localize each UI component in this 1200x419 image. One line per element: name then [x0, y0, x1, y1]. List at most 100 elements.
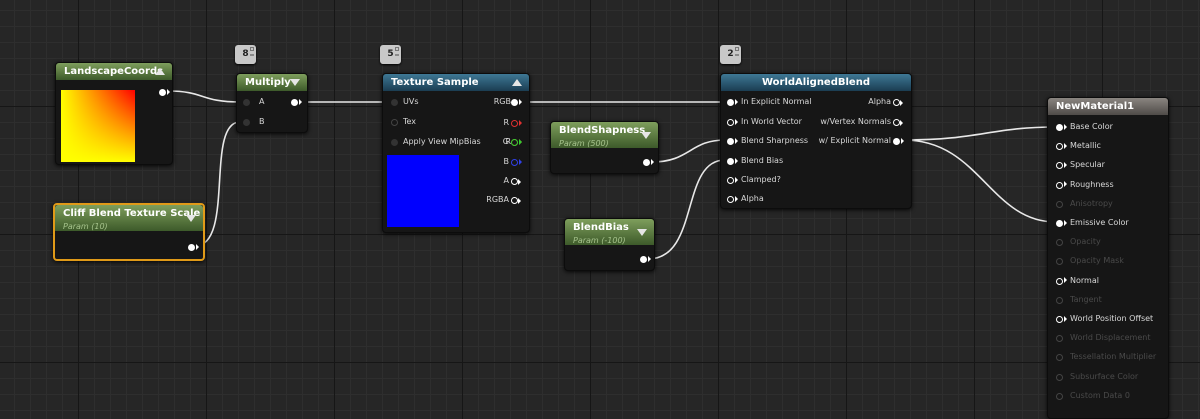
- expand-arrow-icon[interactable]: [637, 229, 647, 236]
- output-pin-b[interactable]: [511, 158, 522, 166]
- material-input-pin[interactable]: [1056, 181, 1067, 189]
- pin-label: Apply View MipBias: [403, 137, 481, 146]
- material-input-pin[interactable]: [1056, 258, 1063, 266]
- collapse-arrow-icon[interactable]: [512, 79, 522, 86]
- input-pin-world-vector[interactable]: [727, 118, 738, 126]
- pin-label: Alpha: [868, 97, 891, 106]
- output-pin[interactable]: [640, 256, 651, 263]
- material-input-label: Tangent: [1070, 294, 1102, 304]
- pin-label: In World Vector: [741, 117, 802, 126]
- collapse-arrow-icon[interactable]: [155, 68, 165, 75]
- node-title: WorldAlignedBlend: [762, 77, 870, 88]
- input-pin-blend-sharpness[interactable]: [727, 138, 738, 145]
- pin-label-b: B: [503, 157, 510, 166]
- pin-label-a: A: [503, 176, 509, 185]
- output-pin-r[interactable]: [511, 119, 522, 127]
- stat-icon: [250, 47, 254, 51]
- output-pin-g[interactable]: [511, 138, 522, 146]
- node-header[interactable]: WorldAlignedBlend: [721, 74, 911, 91]
- material-input-pin[interactable]: [1056, 373, 1063, 381]
- texture-sample-node[interactable]: Texture Sample UVs Tex Apply View MipBia…: [382, 73, 530, 233]
- material-input-label: Opacity: [1070, 237, 1101, 247]
- material-input-label: Normal: [1070, 275, 1099, 285]
- material-input-pin[interactable]: [1056, 315, 1067, 323]
- node-header[interactable]: Multiply: [237, 74, 307, 91]
- multiply-node[interactable]: Multiply A B: [236, 73, 308, 133]
- cliff-scale-node[interactable]: Cliff Blend Texture Scale Param (10): [53, 203, 205, 261]
- wire-wab-emissive: [903, 139, 1057, 223]
- expand-arrow-icon[interactable]: [186, 215, 196, 222]
- input-pin-tex[interactable]: [391, 119, 398, 126]
- output-pin-explicit-normal[interactable]: [893, 138, 904, 145]
- pin-label: UVs: [403, 97, 419, 106]
- material-input-pin[interactable]: [1056, 239, 1063, 247]
- node-header[interactable]: Texture Sample: [383, 74, 529, 91]
- material-input-label: Tessellation Multiplier: [1070, 352, 1157, 362]
- input-pin-explicit-normal[interactable]: [727, 99, 738, 106]
- node-header[interactable]: Cliff Blend Texture Scale Param (10): [55, 205, 203, 231]
- material-input-label: Roughness: [1070, 179, 1114, 189]
- output-pin-a[interactable]: [511, 178, 521, 185]
- material-input-pin[interactable]: [1056, 354, 1063, 362]
- pin-label: Tex: [403, 117, 417, 126]
- node-subtitle: Param (10): [63, 222, 108, 231]
- material-input-pin[interactable]: [1056, 296, 1063, 304]
- stat-icon: [395, 54, 399, 56]
- material-result-node[interactable]: NewMaterial1 Base Color Metallic Specular R…: [1047, 97, 1169, 419]
- input-pin-a[interactable]: [243, 99, 250, 106]
- output-pin[interactable]: [643, 159, 654, 166]
- input-pin-clamped[interactable]: [727, 176, 738, 184]
- material-input-pin[interactable]: [1056, 335, 1063, 343]
- material-input-label: Subsurface Color: [1070, 371, 1139, 381]
- wire-bias-wab: [647, 159, 726, 260]
- stat-icon: [735, 47, 739, 51]
- pin-label: Alpha: [741, 194, 764, 203]
- node-title: Multiply: [245, 77, 291, 88]
- stat-icon: [250, 54, 254, 56]
- input-pin-blend-bias[interactable]: [727, 158, 738, 165]
- material-input-label: World Displacement: [1070, 333, 1151, 343]
- stat-badge: 8: [235, 45, 256, 64]
- output-pin[interactable]: [188, 244, 199, 251]
- wire-sharpness-wab: [651, 139, 726, 163]
- output-pin[interactable]: [291, 99, 302, 106]
- input-pin-mipbias[interactable]: [391, 139, 398, 146]
- input-pin-alpha[interactable]: [727, 195, 738, 203]
- material-input-pin[interactable]: [1056, 392, 1063, 400]
- pin-label-rgba: RGBA: [486, 195, 509, 204]
- node-header[interactable]: BlendBias Param (-100): [565, 219, 654, 245]
- landscape-coords-node[interactable]: LandscapeCoords: [55, 62, 173, 165]
- node-subtitle: Param (-100): [573, 236, 626, 245]
- output-pin-vertex-normals[interactable]: [893, 119, 903, 126]
- node-header[interactable]: BlendShapness Param (500): [551, 122, 658, 148]
- node-title: LandscapeCoords: [64, 66, 164, 77]
- expand-arrow-icon[interactable]: [290, 79, 300, 86]
- wire-landscape-multiply: [167, 90, 241, 103]
- output-pin[interactable]: [159, 89, 170, 96]
- node-header[interactable]: NewMaterial1: [1048, 98, 1168, 115]
- material-input-pin[interactable]: [1056, 277, 1067, 285]
- output-pin-alpha[interactable]: [893, 99, 903, 106]
- node-header[interactable]: LandscapeCoords: [56, 63, 172, 80]
- material-input-pin[interactable]: [1056, 142, 1067, 151]
- material-input-pin[interactable]: [1056, 220, 1067, 227]
- output-pin-rgb[interactable]: [511, 99, 522, 106]
- pin-label: A: [259, 97, 265, 106]
- output-pin-rgba[interactable]: [511, 197, 521, 204]
- input-pin-b[interactable]: [243, 119, 250, 126]
- material-input-label: Emissive Color: [1070, 218, 1129, 227]
- world-aligned-blend-node[interactable]: WorldAlignedBlend In Explicit Normal In …: [720, 73, 912, 209]
- stat-count: 5: [387, 49, 394, 59]
- material-input-label: Specular: [1070, 160, 1105, 170]
- material-input-pin[interactable]: [1056, 124, 1067, 131]
- material-input-pin[interactable]: [1056, 200, 1063, 208]
- material-input-pin[interactable]: [1056, 161, 1067, 170]
- pin-label: In Explicit Normal: [741, 97, 812, 106]
- expand-arrow-icon[interactable]: [641, 132, 651, 139]
- blend-bias-node[interactable]: BlendBias Param (-100): [564, 218, 655, 271]
- material-input-label: Anisotropy: [1070, 198, 1113, 208]
- stat-icon: [395, 47, 399, 51]
- blend-sharpness-node[interactable]: BlendShapness Param (500): [550, 121, 659, 174]
- pin-label: Clamped?: [741, 175, 781, 184]
- input-pin-uvs[interactable]: [391, 99, 398, 106]
